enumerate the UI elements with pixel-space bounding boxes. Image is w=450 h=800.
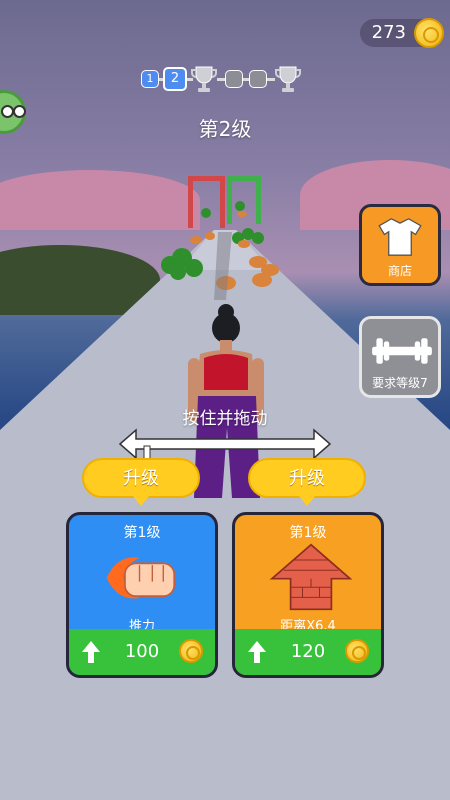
shop-label: 商店 (387, 264, 412, 278)
dumbbell-icon (372, 338, 432, 364)
push-upgrade-card[interactable]: 第1级 推力 100 (66, 512, 218, 678)
card-level: 第1级 (289, 525, 327, 541)
trophy-icon (275, 66, 301, 92)
game-screen[interactable]: 273 1 2 第2级 商店 要求等级7 按住并拖动 升级 升级 第1级 推力 … (0, 0, 450, 800)
tab-pointer (133, 496, 149, 506)
gym-requirement-label: 要求等级7 (372, 376, 428, 390)
brick-arrow-icon (269, 543, 353, 611)
coin-icon (414, 18, 444, 48)
fist-icon (106, 557, 176, 599)
level-node-4 (225, 70, 243, 88)
coin-count: 273 (371, 22, 406, 43)
gate-post (227, 176, 232, 224)
coin-icon (179, 639, 203, 663)
trophy-icon (191, 66, 217, 92)
shop-button[interactable]: 商店 (359, 204, 441, 286)
gate-bar (227, 176, 261, 181)
shirt-icon (378, 218, 422, 256)
distance-upgrade-card[interactable]: 第1级 距离X6.4 120 (232, 512, 384, 678)
gate-post (188, 176, 193, 228)
gym-locked-button[interactable]: 要求等级7 (359, 316, 441, 398)
drag-arrow-icon[interactable] (118, 426, 332, 462)
upgrade-tab-distance[interactable]: 升级 (248, 458, 366, 506)
card-buy-bar[interactable]: 100 (69, 629, 215, 675)
coin-icon (345, 639, 369, 663)
level-node-1: 1 (141, 70, 159, 88)
upgrade-tab-label: 升级 (289, 468, 325, 489)
upgrade-tab-label: 升级 (123, 468, 159, 489)
level-node-2: 2 (163, 67, 187, 91)
level-progress: 1 2 (139, 66, 309, 96)
gate-post (256, 176, 261, 224)
level-node-5 (249, 70, 267, 88)
progress-link (267, 78, 275, 81)
upgrade-tab-push[interactable]: 升级 (82, 458, 200, 506)
gate-bar (188, 176, 225, 181)
gate-post (220, 176, 225, 228)
card-level: 第1级 (123, 525, 161, 541)
card-buy-bar[interactable]: 120 (235, 629, 381, 675)
level-title: 第2级 (198, 117, 252, 141)
tab-pointer (299, 496, 315, 506)
